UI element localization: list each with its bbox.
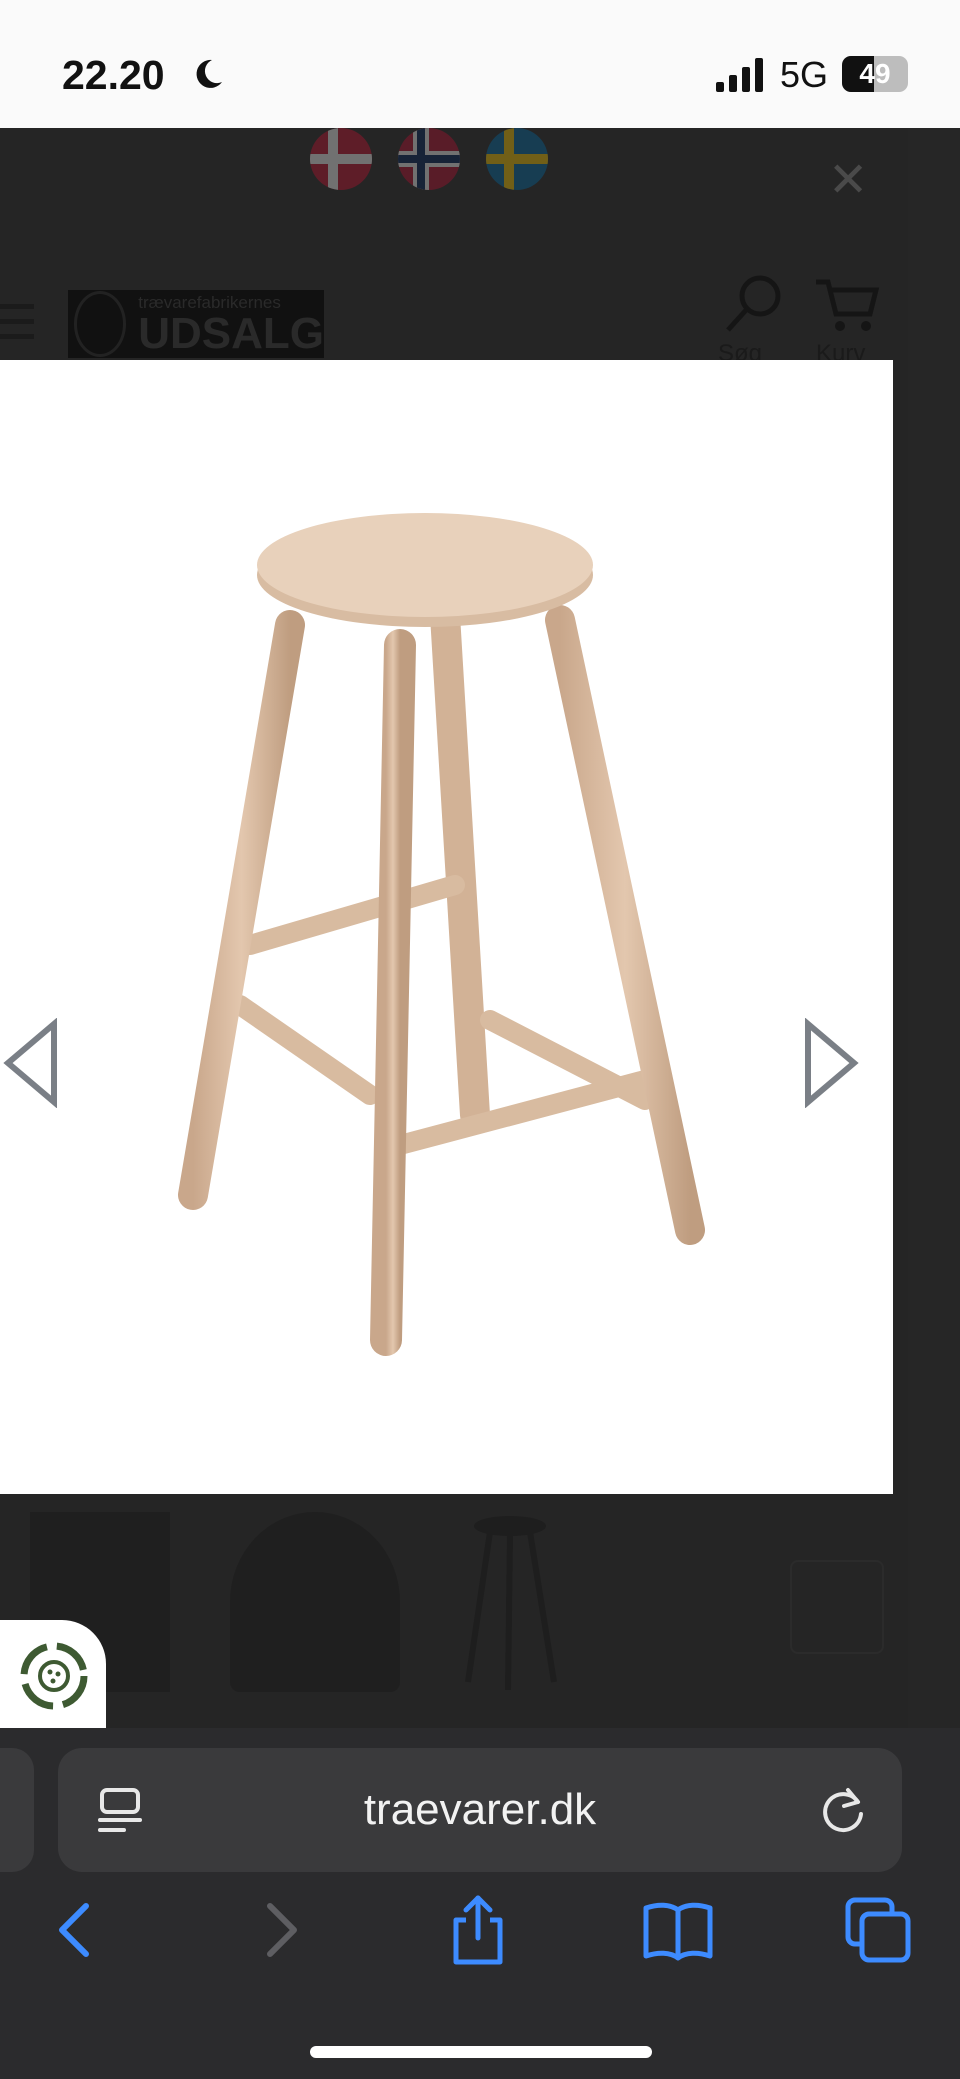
scroll-to-top-button[interactable] (790, 1560, 884, 1654)
next-image-arrow-icon[interactable] (800, 1018, 860, 1108)
address-bar[interactable]: traevarer.dk (58, 1748, 902, 1872)
home-indicator (310, 2046, 652, 2058)
search-icon[interactable] (718, 274, 788, 334)
battery-icon: 49 (842, 56, 908, 92)
recycle-icon (20, 1642, 88, 1710)
tabs-icon[interactable] (842, 1894, 914, 1966)
thumbnail-strip (0, 1500, 908, 1720)
denmark-flag-icon[interactable] (310, 128, 372, 190)
share-icon[interactable] (442, 1894, 514, 1966)
browser-toolbar: traevarer.dk (0, 1728, 960, 2079)
menu-icon[interactable] (0, 304, 34, 349)
url-text: traevarer.dk (363, 1785, 597, 1834)
chat-widget-button[interactable] (0, 1620, 106, 1728)
website-page: ✕ trævarefabrikernes UDSALG Søg Kurv (0, 128, 908, 1728)
stool-illustration (178, 513, 705, 1356)
network-type: 5G (780, 54, 829, 95)
forward-icon[interactable] (244, 1894, 316, 1966)
norway-flag-icon[interactable] (398, 128, 460, 190)
previous-image-arrow-icon[interactable] (2, 1018, 62, 1108)
sweden-flag-icon[interactable] (486, 128, 548, 190)
bookmarks-icon[interactable] (642, 1894, 714, 1966)
battery-level: 49 (859, 58, 891, 89)
moon-icon (196, 59, 222, 88)
reload-icon[interactable] (818, 1784, 868, 1836)
product-image (0, 360, 893, 1494)
signal-icon (716, 58, 763, 92)
site-logo[interactable]: trævarefabrikernes UDSALG (68, 290, 324, 358)
status-bar: 22.20 5G 49 (0, 0, 960, 128)
logo-big-text: UDSALG (138, 309, 324, 358)
thumbnail-3[interactable] (450, 1512, 570, 1692)
cart-icon[interactable] (812, 274, 882, 334)
back-icon[interactable] (40, 1894, 112, 1966)
previous-tab-preview[interactable] (0, 1748, 34, 1872)
thumbnail-2[interactable] (230, 1512, 400, 1692)
language-selector (310, 128, 548, 198)
logo-emblem-icon (74, 291, 127, 357)
status-time: 22.20 (62, 52, 165, 98)
close-icon[interactable]: ✕ (828, 156, 868, 204)
